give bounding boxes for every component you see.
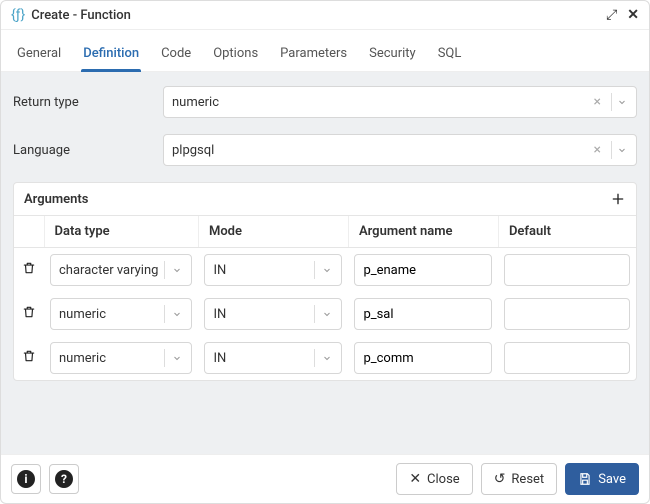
tabs: General Definition Code Options Paramete…: [1, 30, 649, 72]
add-argument-button[interactable]: [610, 191, 626, 207]
language-label: Language: [13, 143, 163, 158]
x-icon: ✕: [409, 472, 421, 486]
mode-value: IN: [213, 307, 308, 322]
argument-name-input[interactable]: [354, 342, 492, 374]
mode-select[interactable]: IN: [204, 342, 342, 374]
chevron-down-icon[interactable]: [171, 264, 183, 276]
data-type-value: numeric: [59, 307, 158, 322]
clear-icon[interactable]: ×: [588, 142, 607, 158]
save-button-label: Save: [598, 472, 626, 487]
window-controls: ⤢ ✕: [606, 8, 639, 22]
reset-icon: ↺: [494, 472, 506, 486]
data-type-value: numeric: [59, 351, 158, 366]
clear-icon[interactable]: ×: [588, 94, 607, 110]
argument-row: character varying IN: [14, 248, 636, 293]
save-button[interactable]: Save: [565, 463, 639, 495]
mode-select[interactable]: IN: [204, 298, 342, 330]
close-icon[interactable]: ✕: [627, 8, 639, 22]
grid-header-row: Data type Mode Argument name Default: [14, 216, 636, 248]
chevron-down-icon[interactable]: [616, 96, 628, 108]
arguments-title: Arguments: [24, 192, 89, 207]
close-button-label: Close: [427, 472, 460, 487]
dialog-footer: i ? ✕ Close ↺ Reset Save: [1, 454, 649, 503]
create-function-dialog: {ƒ} Create - Function ⤢ ✕ General Defini…: [0, 0, 650, 504]
grid-header-datatype: Data type: [44, 216, 198, 248]
default-input[interactable]: [504, 254, 630, 286]
language-row: Language plpgsql ×: [13, 134, 637, 166]
chevron-down-icon[interactable]: [321, 308, 333, 320]
divider: [611, 93, 612, 111]
tab-options[interactable]: Options: [211, 40, 260, 71]
return-type-value: numeric: [172, 95, 588, 110]
function-icon: {ƒ}: [11, 7, 25, 23]
argument-row: numeric IN: [14, 292, 636, 336]
arguments-header: Arguments: [14, 183, 636, 216]
mode-value: IN: [213, 351, 308, 366]
default-input[interactable]: [504, 298, 630, 330]
grid-header-argname: Argument name: [348, 216, 498, 248]
titlebar: {ƒ} Create - Function ⤢ ✕: [1, 1, 649, 30]
data-type-select[interactable]: numeric: [50, 298, 192, 330]
tab-parameters[interactable]: Parameters: [278, 40, 349, 71]
tab-security[interactable]: Security: [367, 40, 418, 71]
grid-header-default: Default: [498, 216, 636, 248]
grid-header-delete: [14, 216, 44, 248]
return-type-row: Return type numeric ×: [13, 86, 637, 118]
default-input[interactable]: [504, 342, 630, 374]
return-type-select[interactable]: numeric ×: [163, 86, 637, 118]
arguments-grid: Data type Mode Argument name Default cha…: [14, 216, 636, 380]
data-type-select[interactable]: character varying: [50, 254, 192, 286]
reset-button[interactable]: ↺ Reset: [481, 463, 558, 495]
language-value: plpgsql: [172, 143, 588, 158]
chevron-down-icon[interactable]: [616, 144, 628, 156]
delete-row-button[interactable]: [22, 261, 36, 275]
tab-general[interactable]: General: [15, 40, 63, 71]
info-button[interactable]: i: [11, 464, 41, 494]
language-select[interactable]: plpgsql ×: [163, 134, 637, 166]
data-type-select[interactable]: numeric: [50, 342, 192, 374]
grid-header-mode: Mode: [198, 216, 348, 248]
mode-value: IN: [213, 263, 308, 278]
tab-code[interactable]: Code: [159, 40, 193, 71]
chevron-down-icon[interactable]: [171, 352, 183, 364]
chevron-down-icon[interactable]: [171, 308, 183, 320]
help-button[interactable]: ?: [49, 464, 79, 494]
divider: [611, 141, 612, 159]
mode-select[interactable]: IN: [204, 254, 342, 286]
info-icon: i: [17, 470, 35, 488]
help-icon: ?: [55, 470, 73, 488]
tab-definition[interactable]: Definition: [81, 40, 141, 71]
chevron-down-icon[interactable]: [321, 352, 333, 364]
reset-button-label: Reset: [511, 472, 544, 487]
delete-row-button[interactable]: [22, 305, 36, 319]
dialog-body: Return type numeric × Language plpgsql ×: [1, 72, 649, 454]
argument-row: numeric IN: [14, 336, 636, 380]
chevron-down-icon[interactable]: [321, 264, 333, 276]
expand-icon[interactable]: ⤢: [606, 8, 617, 22]
close-button[interactable]: ✕ Close: [396, 463, 472, 495]
tab-sql[interactable]: SQL: [436, 40, 464, 71]
delete-row-button[interactable]: [22, 349, 36, 363]
return-type-label: Return type: [13, 95, 163, 110]
argument-name-input[interactable]: [354, 254, 492, 286]
data-type-value: character varying: [59, 263, 158, 278]
argument-name-input[interactable]: [354, 298, 492, 330]
save-icon: [578, 472, 592, 486]
arguments-panel: Arguments Data type Mode Argument name: [13, 182, 637, 381]
dialog-title: Create - Function: [31, 8, 606, 23]
